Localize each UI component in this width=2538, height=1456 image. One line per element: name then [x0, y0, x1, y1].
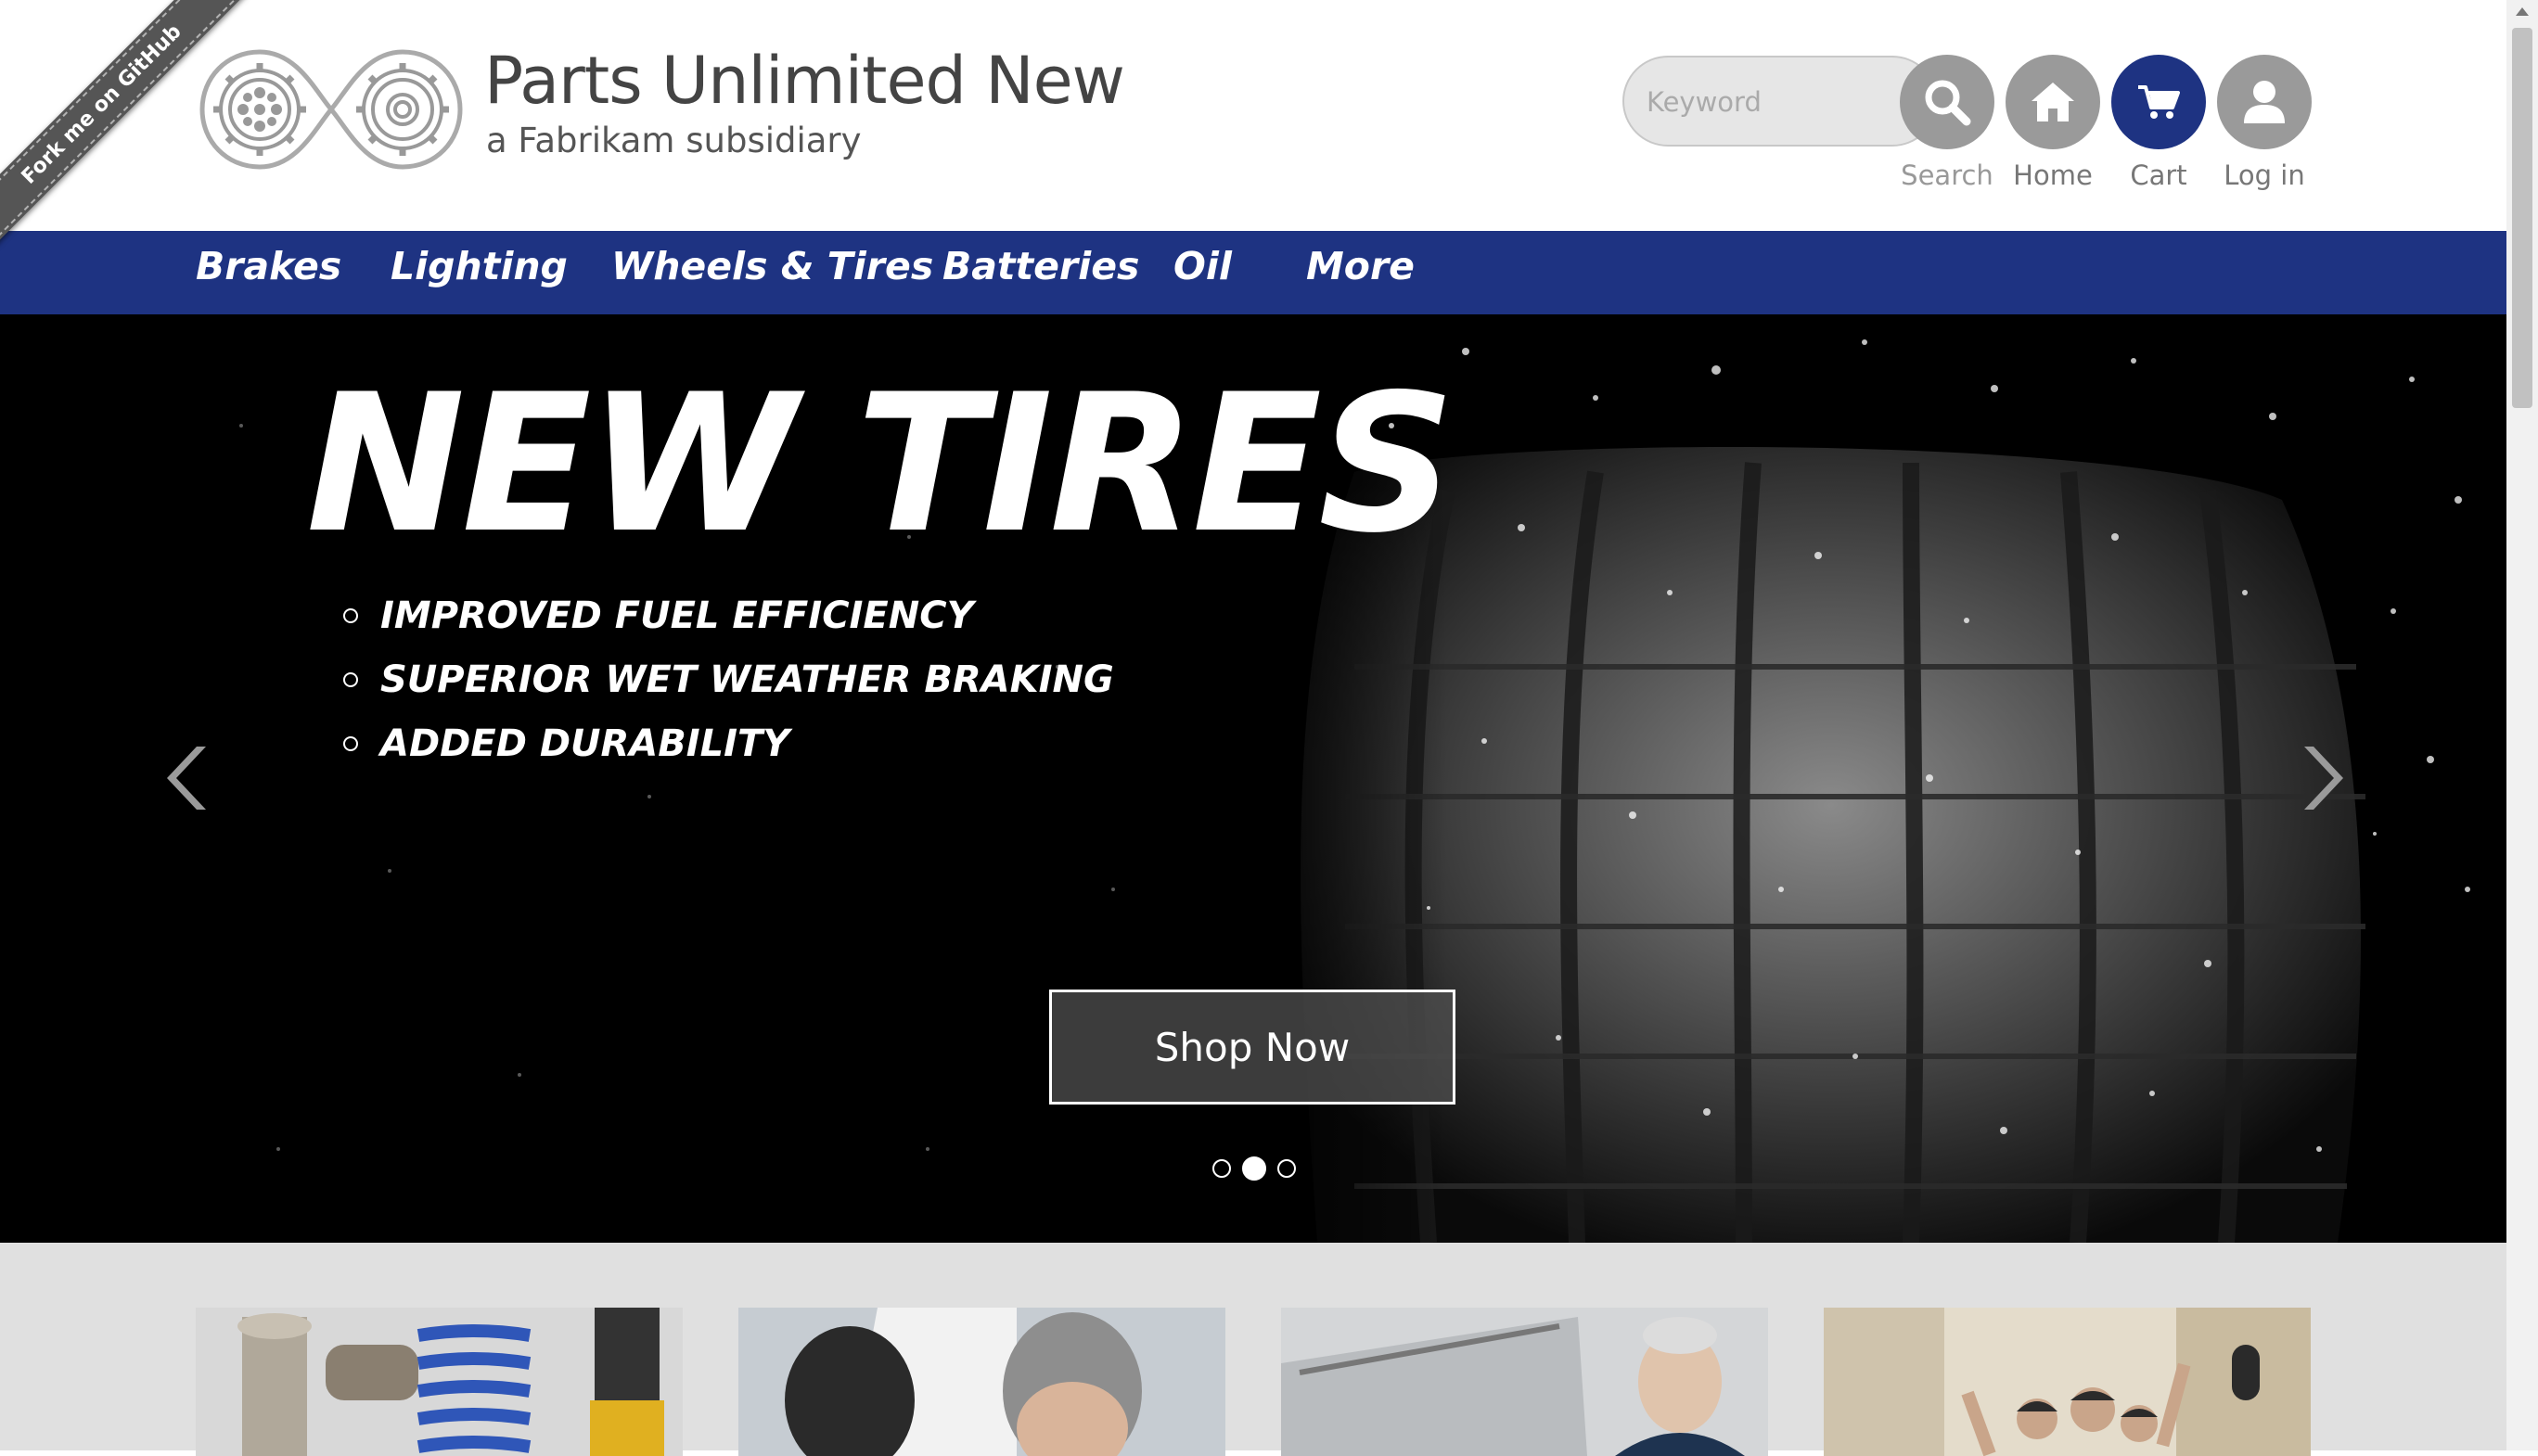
carousel-indicator-3[interactable] [1277, 1159, 1296, 1178]
brand-title[interactable]: Parts Unlimited New [484, 43, 1125, 119]
search-input[interactable] [1645, 78, 1880, 126]
carousel-indicator-1[interactable] [1212, 1159, 1231, 1178]
hero-title: NEW TIRES [306, 354, 1455, 575]
cart-icon [2138, 85, 2180, 119]
hero-bullet: IMPROVED FUEL EFFICIENCY [343, 583, 1114, 647]
cart-button[interactable] [2111, 55, 2206, 149]
scroll-up-arrow-icon[interactable] [2516, 7, 2529, 16]
carousel-indicators [1212, 1156, 1296, 1181]
search-icon [1925, 80, 1971, 126]
nav-item-batteries[interactable]: Batteries [942, 244, 1139, 288]
bullet-circle-icon [343, 735, 358, 751]
user-icon [2244, 81, 2285, 123]
bullet-circle-icon [343, 607, 358, 623]
hero-bullet-list: IMPROVED FUEL EFFICIENCY SUPERIOR WET WE… [343, 583, 1114, 775]
search-button[interactable] [1900, 55, 1994, 149]
suspension-parts-image [196, 1308, 683, 1456]
celebrating-people-image [1824, 1308, 2311, 1456]
category-nav: Brakes Lighting Wheels & Tires Batteries… [0, 231, 2506, 314]
category-card-parts[interactable] [196, 1308, 683, 1456]
category-card-community[interactable] [1824, 1308, 2311, 1456]
chevron-left-icon [167, 747, 206, 810]
mechanic-customer-image [738, 1308, 1225, 1456]
hero-bullet: SUPERIOR WET WEATHER BRAKING [343, 647, 1114, 711]
hero-bullet-text: ADDED DURABILITY [380, 722, 790, 765]
carousel-indicator-2[interactable] [1242, 1156, 1266, 1181]
nav-item-oil[interactable]: Oil [1173, 244, 1232, 288]
brand-subtitle: a Fabrikam subsidiary [486, 121, 862, 160]
hero-bullet-text: IMPROVED FUEL EFFICIENCY [380, 594, 974, 637]
login-label: Log in [2224, 160, 2305, 191]
hero-bullet-text: SUPERIOR WET WEATHER BRAKING [380, 658, 1114, 701]
category-card-repair[interactable] [1281, 1308, 1768, 1456]
nav-item-more[interactable]: More [1306, 244, 1415, 288]
github-ribbon-container: Fork me on GitHub [0, 0, 278, 278]
chevron-right-icon [2304, 747, 2343, 810]
featured-section [0, 1243, 2506, 1456]
nav-item-wheels-tires[interactable]: Wheels & Tires [611, 244, 933, 288]
category-card-service[interactable] [738, 1308, 1225, 1456]
fork-me-on-github-ribbon[interactable]: Fork me on GitHub [0, 0, 263, 266]
nav-item-lighting[interactable]: Lighting [391, 244, 568, 288]
scrollbar-thumb[interactable] [2512, 28, 2532, 408]
car-engine-image [1281, 1308, 1768, 1456]
search-box [1622, 56, 1938, 147]
hero-carousel: NEW TIRES IMPROVED FUEL EFFICIENCY SUPER… [0, 314, 2506, 1243]
home-button[interactable] [2006, 55, 2100, 149]
home-icon [2032, 83, 2074, 121]
hero-bullet: ADDED DURABILITY [343, 711, 1114, 775]
carousel-next-button[interactable] [2299, 741, 2345, 819]
bullet-circle-icon [343, 671, 358, 687]
shop-now-button[interactable]: Shop Now [1049, 990, 1455, 1105]
login-button[interactable] [2217, 55, 2312, 149]
page-scrollbar[interactable] [2506, 0, 2538, 1450]
carousel-prev-button[interactable] [165, 741, 212, 819]
